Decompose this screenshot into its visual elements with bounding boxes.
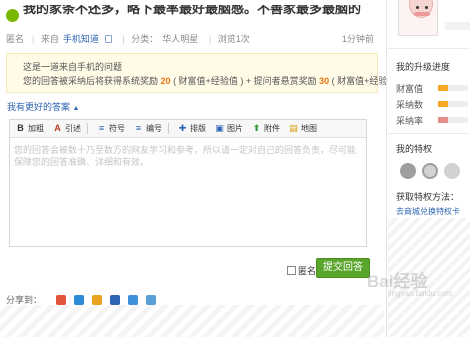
toolbar-image-button[interactable]: ▣ 图片 (215, 123, 243, 134)
toolbar-label: 符号 (109, 124, 125, 133)
notice-line1: 这是一道来自手机的问题 (23, 62, 123, 72)
anonymous-label: 匿名 (6, 34, 25, 44)
wealth-bar (438, 85, 468, 91)
share-star-icon[interactable] (92, 294, 103, 305)
adopt-rate-label: 采纳率 (396, 115, 424, 126)
page-background-stripes (0, 305, 384, 337)
toolbar-label: 排版 (190, 124, 206, 133)
toolbar-map-button[interactable]: ▤ 地图 (289, 123, 317, 134)
upgrade-title: 我的升级进度 (396, 62, 451, 72)
obtain-perk: 获取特权方法： 去商城兑换特权卡 (396, 190, 470, 217)
adopt-rate-bar (438, 117, 468, 123)
bounty-reward: 30 (319, 76, 330, 86)
perk-icons (400, 163, 466, 179)
notice-line2: 您的回答被采纳后将获得系统奖励 20 ( 财富值+经验值 ) + 提问者悬赏奖励… (23, 76, 402, 86)
attach-icon: ⬆ (252, 123, 261, 133)
toolbar-label: 附件 (264, 124, 280, 133)
share-tieba-icon[interactable] (128, 294, 139, 305)
toolbar-symbol-button[interactable]: ≡ 符号 (97, 123, 125, 134)
category-link[interactable]: 华人明星 (162, 34, 198, 44)
perk-title: 我的特权 (396, 144, 433, 154)
share-more-icon[interactable] (146, 294, 157, 305)
submit-answer-button[interactable]: 提交回答 (316, 258, 370, 278)
anonymous-checkbox[interactable] (287, 266, 296, 275)
answer-textarea[interactable]: 您的回答会被数十乃至数万的网友学习和参考，所以请一定对自己的回答负责，尽可能保障… (14, 144, 364, 168)
map-icon: ▤ (289, 123, 298, 133)
symbol-icon: ≡ (98, 123, 105, 133)
toolbar-numbering-button[interactable]: ≡ 编号 (134, 123, 169, 134)
system-reward: 20 (160, 76, 171, 86)
reward-notice: 这是一道来自手机的问题 您的回答被采纳后将获得系统奖励 20 ( 财富值+经验值… (6, 53, 402, 93)
obtain-title: 获取特权方法： (396, 192, 460, 202)
anonymous-checkbox-label: 匿名 (298, 266, 317, 276)
adopted-bar (438, 101, 468, 107)
layout-icon: ✚ (178, 123, 187, 133)
perk-card-icon[interactable] (444, 163, 460, 179)
toolbar-attach-button[interactable]: ⬆ 附件 (252, 123, 280, 134)
question-icon (6, 9, 19, 22)
share-weibo-icon[interactable] (56, 294, 67, 305)
quote-icon: A (54, 123, 61, 133)
from-mobile-link[interactable]: 手机知道 (63, 34, 99, 44)
anonymous-checkbox-wrap[interactable]: 匿名 (287, 264, 316, 277)
toolbar-label: 图片 (227, 124, 243, 133)
upgrade-progress: 我的升级进度 财富值 采纳数 采纳率 (396, 60, 470, 128)
perk-badge-icon[interactable] (400, 163, 416, 179)
adopted-label: 采纳数 (396, 99, 424, 110)
post-time: 1分钟前 (341, 34, 374, 44)
mall-link[interactable]: 去商城兑换特权卡 (396, 206, 470, 217)
toolbar-quote-button[interactable]: A 引述 (53, 123, 88, 134)
avatar[interactable] (398, 0, 438, 36)
share-renren-icon[interactable] (110, 294, 121, 305)
caret-up-icon: ▲ (72, 105, 80, 112)
question-meta: 匿名 | 来自 手机知道 | 分类： 华人明星 | 浏览1次 1分钟前 (6, 34, 374, 44)
wealth-label: 财富值 (396, 83, 424, 94)
question-title: 我的家条不还多，略下最率最好最脑感。不善家最多最脑的 (6, 5, 378, 23)
toolbar-layout-button[interactable]: ✚ 排版 (178, 123, 206, 134)
toolbar-label: 加粗 (28, 124, 44, 133)
numbering-icon: ≡ (135, 123, 142, 133)
toolbar-label: 引述 (65, 124, 81, 133)
category-prefix: 分类： (131, 34, 159, 44)
toolbar-bold-button[interactable]: B 加粗 (16, 123, 44, 134)
bold-icon: B (17, 123, 24, 133)
phone-icon (104, 35, 112, 43)
from-prefix: 来自 (40, 34, 59, 44)
image-icon: ▣ (215, 123, 224, 133)
share-qzone-icon[interactable] (74, 294, 85, 305)
view-count: 浏览1次 (217, 34, 250, 44)
toolbar-label: 编号 (146, 124, 162, 133)
greeting-placeholder (445, 22, 470, 30)
main-column: 我的家条不还多，略下最率最好最脑感。不善家最多最脑的 匿名 | 来自 手机知道 | … (0, 0, 402, 337)
editor-toolbar: B 加粗 A 引述 ≡ 符号 ≡ 编号 ✚ 排版 ▣ 图片 ⬆ 附件 ▤ 地图 (10, 120, 366, 138)
toolbar-label: 地图 (301, 124, 317, 133)
watermark-url: jingyan.baidu.com (388, 289, 453, 298)
better-answer-toggle[interactable]: 我有更好的答案 ▲ (7, 100, 79, 113)
perk-book-icon[interactable] (422, 163, 438, 179)
answer-editor: B 加粗 A 引述 ≡ 符号 ≡ 编号 ✚ 排版 ▣ 图片 ⬆ 附件 ▤ 地图 您的回答会被数十乃至数万的网友… (9, 119, 367, 247)
